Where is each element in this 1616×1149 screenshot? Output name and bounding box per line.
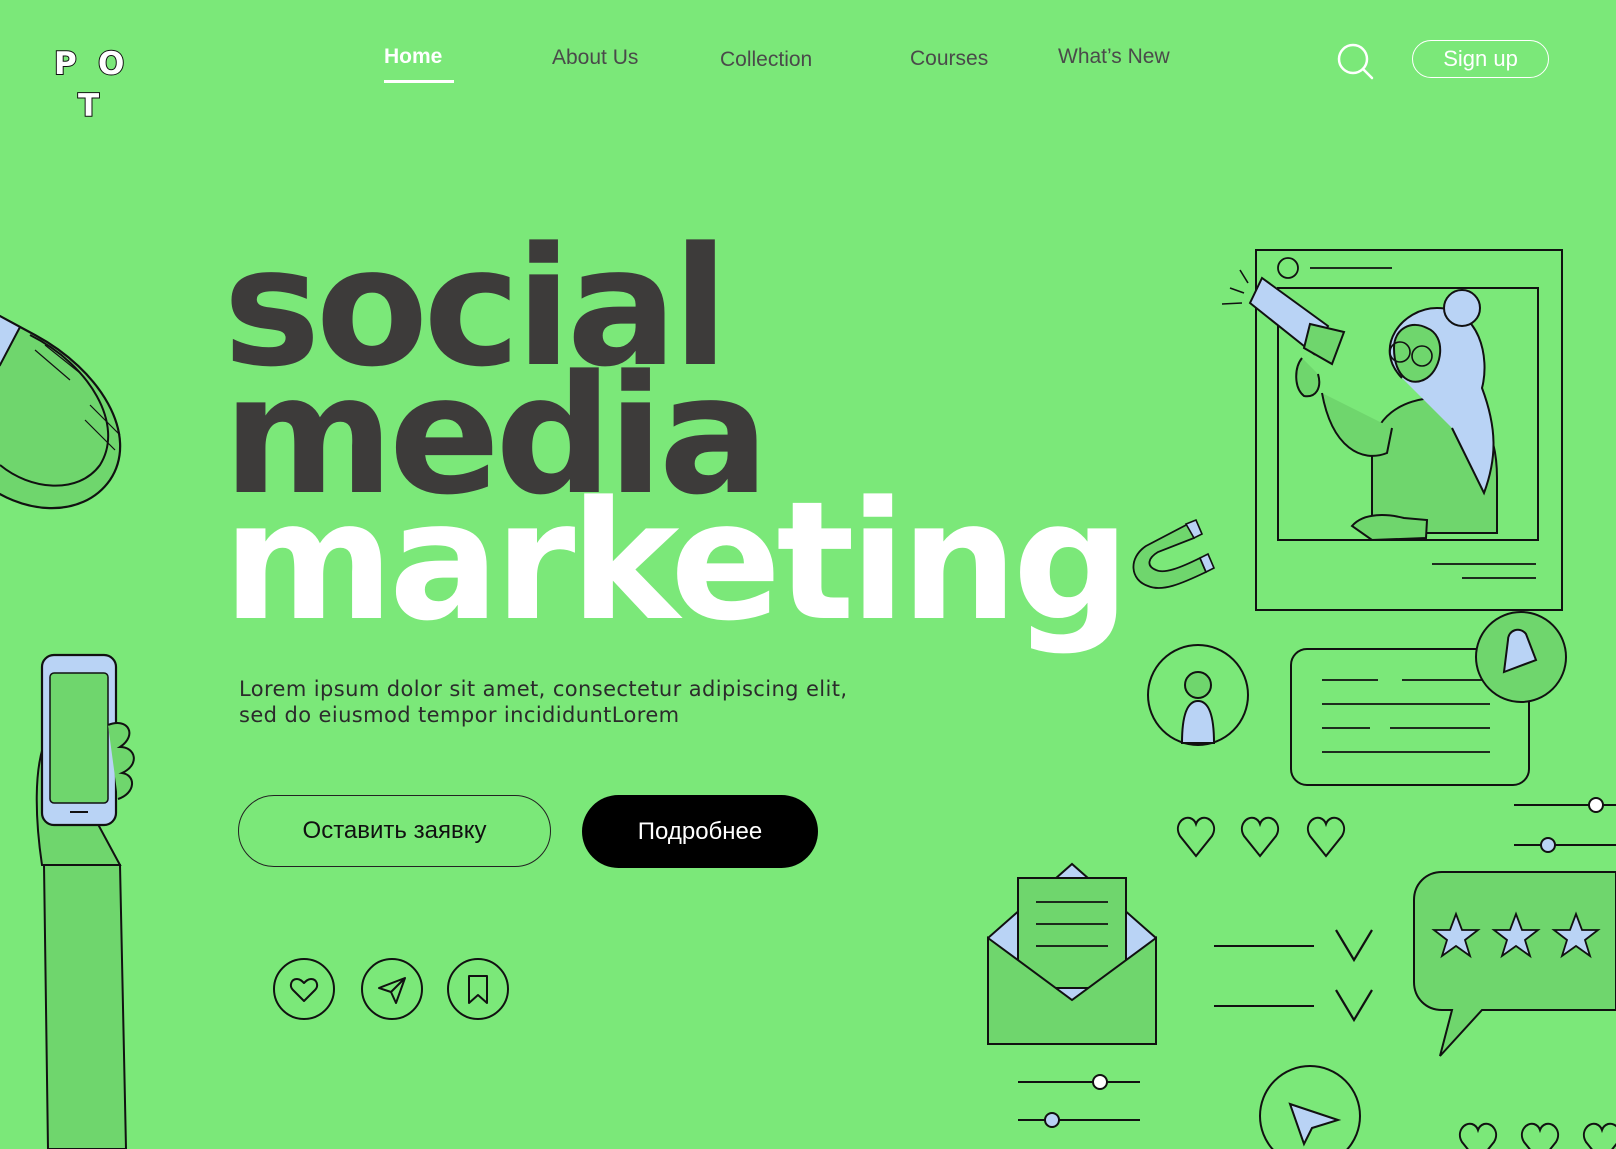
signup-button[interactable]: Sign up [1412,40,1549,78]
hand-phone-illustration [35,653,135,1149]
heart-icon [273,958,335,1020]
hero-description: Lorem ipsum dolor sit amet, consectetur … [239,676,879,728]
nav-item-collection[interactable]: Collection [720,48,812,72]
nav-item-home[interactable]: Home [384,45,455,83]
megaphone-woman-illustration [1221,249,1563,611]
search-button[interactable] [1336,42,1376,82]
hero-description-line-2: sed do eiusmod tempor incididuntLorem [239,703,680,727]
like-button[interactable] [272,957,336,1021]
profile-avatar-illustration [1147,644,1249,746]
magnet-illustration [0,314,122,510]
small-magnet-illustration [1132,518,1216,589]
bottom-send-illustration [1259,1065,1361,1149]
send-icon [361,958,423,1020]
headline-line-marketing: marketing [223,466,1130,657]
bottom-slider-illustration [1018,1074,1140,1128]
nav-item-about-us[interactable]: About Us [552,46,638,70]
more-info-button[interactable]: Подробнее [582,795,818,868]
bottom-hearts-illustration [1458,1122,1616,1149]
save-button[interactable] [446,957,510,1021]
nav-item-courses[interactable]: Courses [910,47,988,71]
logo-letter-t: T [77,87,100,125]
hero-description-line-1: Lorem ipsum dolor sit amet, consectetur … [239,677,848,701]
slider-controls-illustration [1514,797,1616,853]
bookmark-icon [447,958,509,1020]
hearts-row-illustration [1176,816,1346,858]
search-icon [1337,43,1374,80]
nav-item-whats-new[interactable]: What’s New [1058,45,1170,69]
leave-request-button[interactable]: Оставить заявку [238,795,551,867]
notification-card-illustration [1290,611,1567,786]
share-button[interactable] [360,957,424,1021]
checklist-illustration [1214,929,1373,1023]
envelope-illustration [987,862,1157,1045]
rating-bubble-illustration [1413,871,1616,1057]
